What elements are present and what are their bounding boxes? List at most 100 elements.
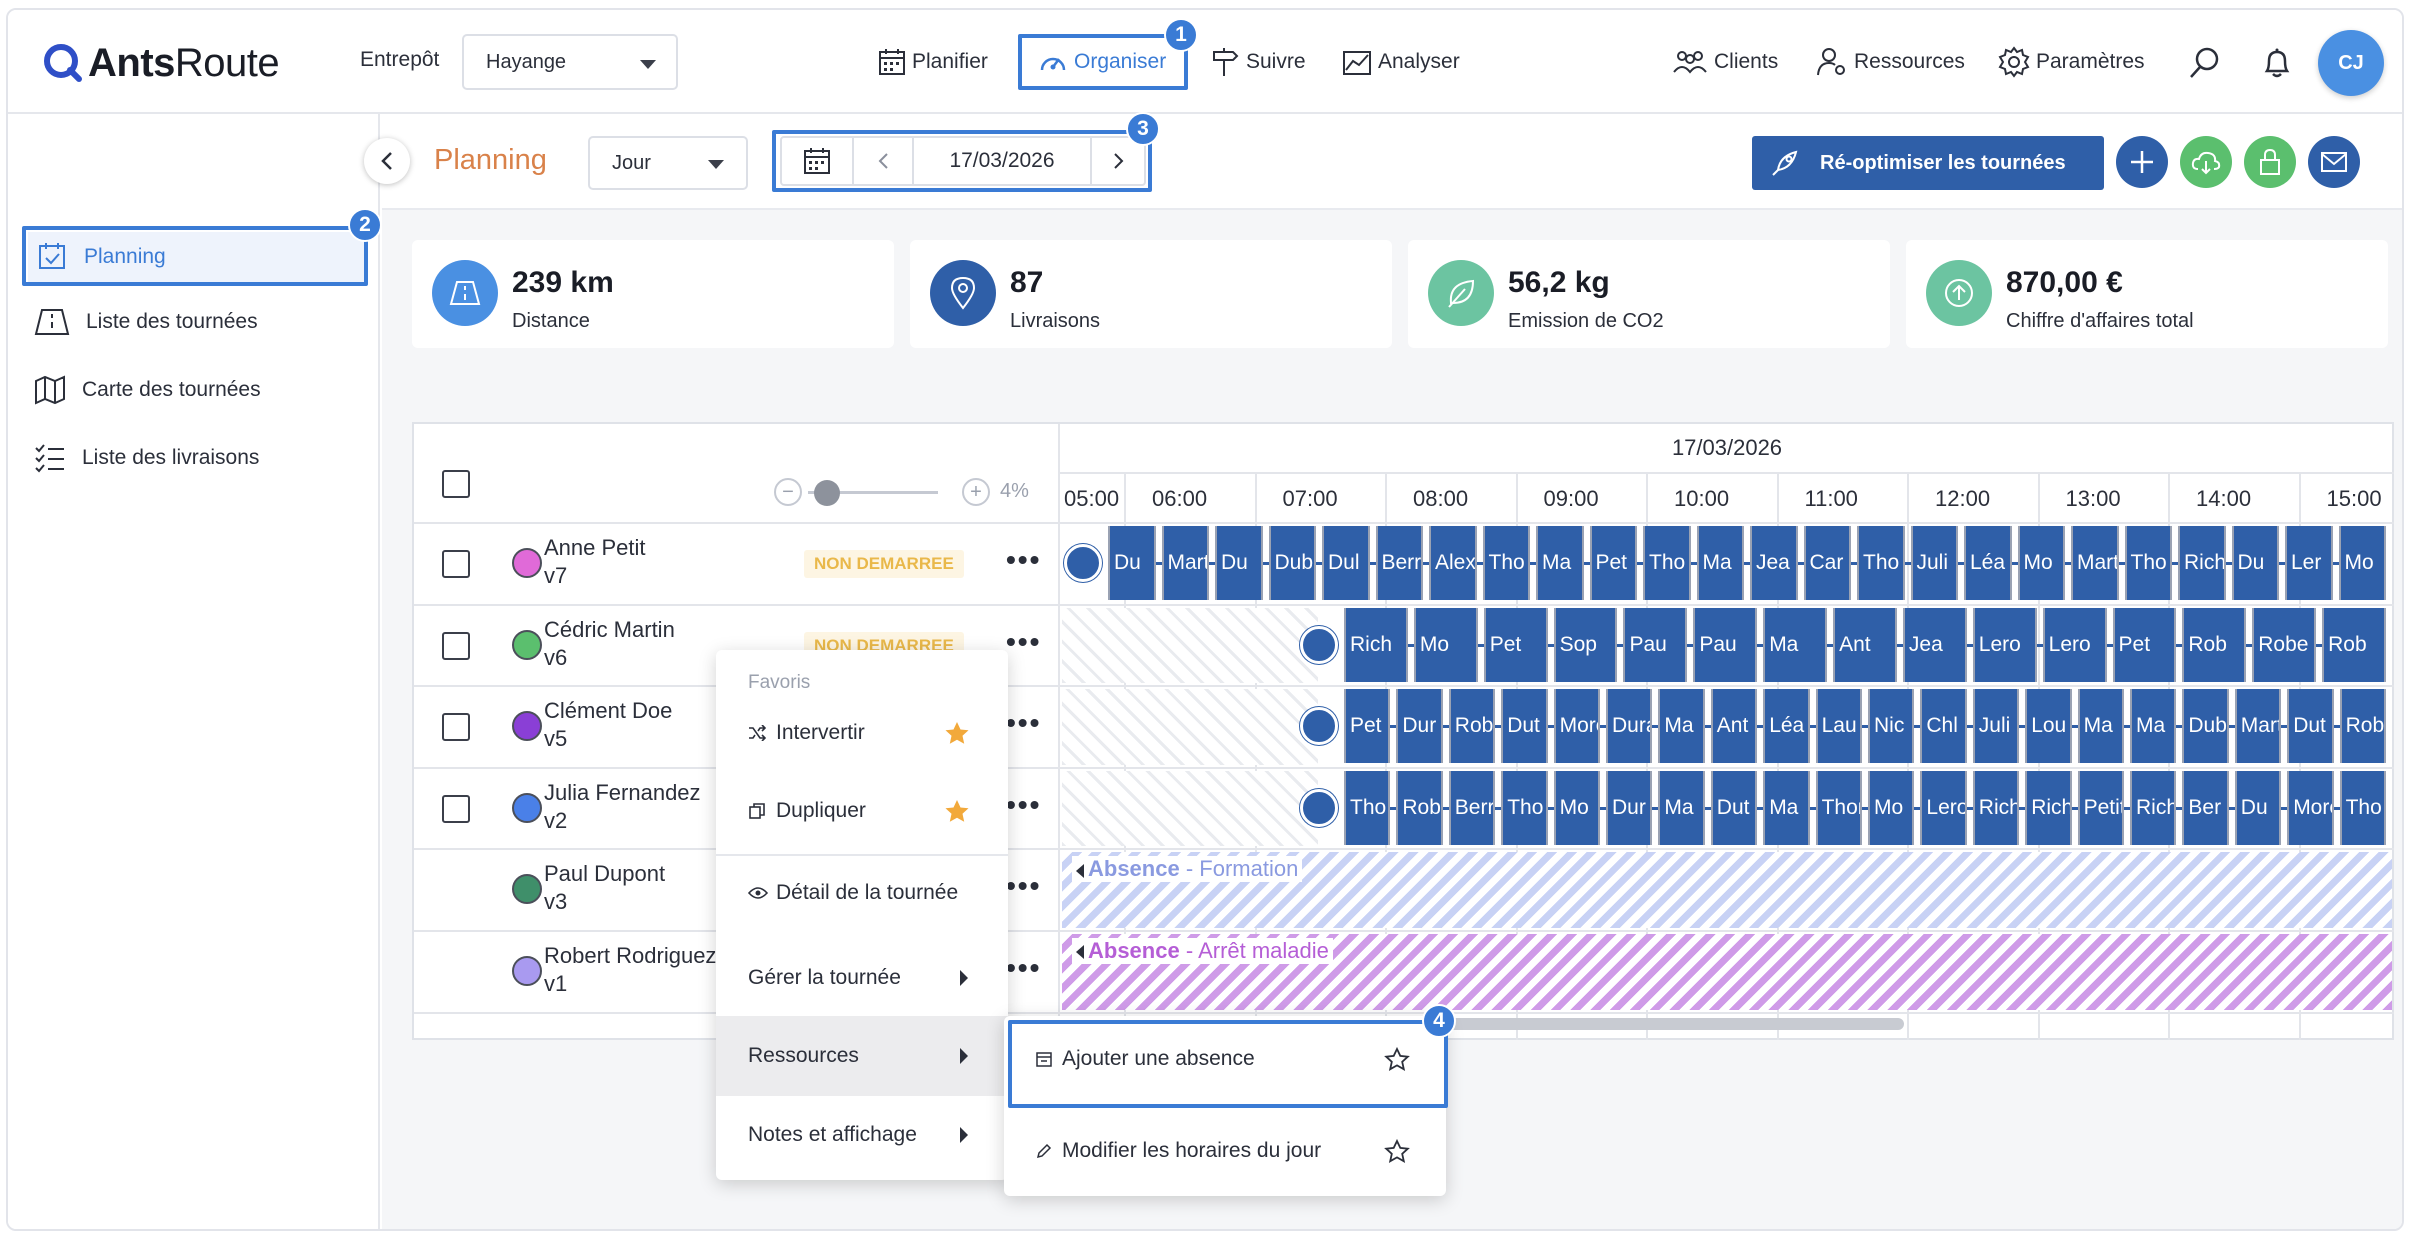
delivery-block[interactable]: Lau: [1815, 689, 1862, 764]
delivery-block[interactable]: Tho: [2124, 526, 2172, 600]
zoom-slider-handle[interactable]: [814, 480, 840, 506]
row-more-icon[interactable]: •••: [1006, 707, 1041, 739]
delivery-block[interactable]: Tho: [1344, 770, 1391, 845]
row-more-icon[interactable]: •••: [1006, 870, 1041, 902]
delivery-block[interactable]: Dut: [2287, 689, 2334, 764]
row-checkbox[interactable]: [442, 713, 470, 742]
delivery-block[interactable]: Pet: [1589, 526, 1637, 600]
email-button[interactable]: [2308, 136, 2360, 188]
delivery-block[interactable]: Rob: [2182, 607, 2247, 682]
delivery-block[interactable]: Pau: [1623, 607, 1688, 682]
select-all-checkbox[interactable]: [442, 470, 470, 498]
submenu-item-ajouter-absence[interactable]: Ajouter une absence: [1004, 1020, 1446, 1098]
star-filled-icon[interactable]: [944, 799, 970, 823]
driver-name[interactable]: Anne Petit: [544, 534, 724, 562]
nav-analyser[interactable]: Analyser: [1342, 42, 1460, 82]
delivery-block[interactable]: Mart: [1161, 526, 1209, 600]
delivery-block[interactable]: Jea: [1902, 607, 1967, 682]
menu-item-gerer-tournee[interactable]: Gérer la tournée: [716, 940, 1008, 1016]
delivery-block[interactable]: Rich: [2025, 770, 2072, 845]
delivery-block[interactable]: Nic: [1868, 689, 1915, 764]
menu-item-dupliquer[interactable]: Dupliquer: [716, 782, 1008, 840]
delivery-block[interactable]: Du: [1108, 526, 1156, 600]
driver-name[interactable]: Julia Fernandez: [544, 779, 724, 807]
search-icon[interactable]: [2188, 46, 2222, 80]
delivery-block[interactable]: Ma: [1763, 770, 1810, 845]
delivery-block[interactable]: Ma: [2077, 689, 2124, 764]
view-select[interactable]: Jour: [588, 136, 748, 190]
logo[interactable]: AntsRoute: [42, 38, 280, 88]
delivery-block[interactable]: Dur: [1606, 770, 1653, 845]
nav-parametres[interactable]: Paramètres: [1998, 42, 2145, 82]
zoom-out-button[interactable]: −: [774, 478, 802, 506]
delivery-block[interactable]: Rob: [2339, 689, 2386, 764]
date-picker-button[interactable]: [782, 138, 854, 184]
delivery-block[interactable]: Rob: [1448, 689, 1496, 764]
previous-day-button[interactable]: [854, 138, 914, 184]
delivery-block[interactable]: Du: [1215, 526, 1263, 600]
delivery-block[interactable]: Dut: [1710, 770, 1758, 845]
bell-icon[interactable]: [2262, 46, 2292, 80]
delivery-block[interactable]: More: [1553, 689, 1600, 764]
nav-planifier[interactable]: Planifier: [878, 42, 988, 82]
current-date[interactable]: 17/03/2026: [914, 138, 1090, 184]
delivery-block[interactable]: Mo: [2017, 526, 2065, 600]
parking-start-icon[interactable]: [1300, 625, 1338, 664]
menu-item-ressources[interactable]: Ressources: [716, 1016, 1008, 1096]
sidebar-item-liste-tournees[interactable]: Liste des tournées: [34, 300, 258, 344]
delivery-block[interactable]: Thor: [1815, 770, 1862, 845]
delivery-block[interactable]: More: [2287, 770, 2334, 845]
delivery-block[interactable]: Berr: [1375, 526, 1423, 600]
delivery-block[interactable]: Ma: [1763, 607, 1828, 682]
delivery-block[interactable]: Ber: [2182, 770, 2229, 845]
delivery-block[interactable]: Pet: [1344, 689, 1391, 764]
delivery-block[interactable]: Tho: [1643, 526, 1691, 600]
add-button[interactable]: [2116, 136, 2168, 188]
collapse-sidebar-button[interactable]: [364, 138, 410, 184]
row-checkbox[interactable]: [442, 631, 470, 660]
delivery-block[interactable]: Du: [2231, 526, 2279, 600]
delivery-block[interactable]: Du: [2234, 770, 2282, 845]
delivery-block[interactable]: Léa: [1763, 689, 1810, 764]
row-more-icon[interactable]: •••: [1006, 544, 1041, 576]
delivery-block[interactable]: Dub: [1268, 526, 1316, 600]
delivery-block[interactable]: Lou: [2025, 689, 2072, 764]
delivery-block[interactable]: Lero: [1920, 770, 1967, 845]
warehouse-start-icon[interactable]: [1064, 544, 1102, 582]
row-more-icon[interactable]: •••: [1006, 626, 1041, 658]
delivery-block[interactable]: Léa: [1964, 526, 2012, 600]
absence-block[interactable]: Absence - Arrêt maladie: [1062, 934, 2392, 1010]
parking-start-icon[interactable]: [1300, 788, 1338, 827]
delivery-block[interactable]: Dur: [1396, 689, 1443, 764]
nav-clients[interactable]: Clients: [1672, 42, 1778, 82]
submenu-item-modifier-horaires[interactable]: Modifier les horaires du jour: [1004, 1112, 1446, 1190]
menu-item-notes-affichage[interactable]: Notes et affichage: [716, 1096, 1008, 1174]
delivery-block[interactable]: Rob: [1396, 770, 1443, 845]
nav-ressources[interactable]: Ressources: [1816, 42, 1965, 82]
delivery-block[interactable]: Ma: [1696, 526, 1744, 600]
row-more-icon[interactable]: •••: [1006, 789, 1041, 821]
horizontal-scrollbar[interactable]: [1444, 1018, 1904, 1030]
delivery-block[interactable]: Tho: [1501, 770, 1548, 845]
delivery-block[interactable]: Ant: [1833, 607, 1897, 682]
delivery-block[interactable]: Ma: [2130, 689, 2177, 764]
delivery-block[interactable]: Car: [1803, 526, 1851, 600]
delivery-block[interactable]: Dut: [1501, 689, 1548, 764]
absence-block[interactable]: Absence - Formation: [1062, 852, 2392, 928]
delivery-block[interactable]: Pau: [1693, 607, 1758, 682]
row-checkbox[interactable]: [442, 550, 470, 578]
delivery-block[interactable]: Ma: [1658, 770, 1705, 845]
delivery-block[interactable]: Dul: [1322, 526, 1370, 600]
delivery-block[interactable]: Tho: [1857, 526, 1905, 600]
avatar[interactable]: CJ: [2318, 30, 2384, 96]
sidebar-item-planning[interactable]: Planning: [28, 232, 368, 282]
delivery-block[interactable]: Pet: [2112, 607, 2177, 682]
delivery-block[interactable]: Mo: [1413, 607, 1478, 682]
delivery-block[interactable]: Robe: [2252, 607, 2317, 682]
delivery-block[interactable]: Juli: [1972, 689, 2020, 764]
driver-name[interactable]: Paul Dupont: [544, 860, 724, 888]
export-button[interactable]: [2180, 136, 2232, 188]
sidebar-item-carte-tournees[interactable]: Carte des tournées: [34, 368, 261, 412]
delivery-block[interactable]: Mo: [1868, 770, 1915, 845]
delivery-block[interactable]: Tho: [1482, 526, 1530, 600]
